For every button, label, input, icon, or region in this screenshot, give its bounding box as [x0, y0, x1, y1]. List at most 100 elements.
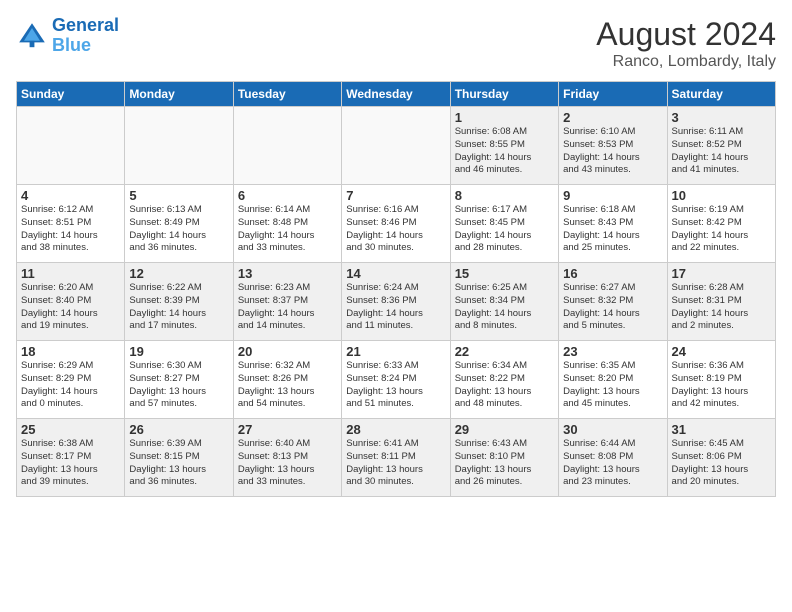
day-info: Sunrise: 6:22 AM Sunset: 8:39 PM Dayligh…: [129, 282, 228, 333]
day-number: 16: [563, 266, 662, 281]
weekday-header: Thursday: [450, 82, 558, 107]
day-info: Sunrise: 6:14 AM Sunset: 8:48 PM Dayligh…: [238, 204, 337, 255]
calendar-day-cell: 28Sunrise: 6:41 AM Sunset: 8:11 PM Dayli…: [342, 419, 450, 497]
day-info: Sunrise: 6:10 AM Sunset: 8:53 PM Dayligh…: [563, 126, 662, 177]
day-info: Sunrise: 6:36 AM Sunset: 8:19 PM Dayligh…: [672, 360, 771, 411]
location-title: Ranco, Lombardy, Italy: [596, 53, 776, 71]
day-number: 3: [672, 110, 771, 125]
day-info: Sunrise: 6:43 AM Sunset: 8:10 PM Dayligh…: [455, 438, 554, 489]
calendar-week-row: 18Sunrise: 6:29 AM Sunset: 8:29 PM Dayli…: [17, 341, 776, 419]
day-info: Sunrise: 6:40 AM Sunset: 8:13 PM Dayligh…: [238, 438, 337, 489]
day-info: Sunrise: 6:20 AM Sunset: 8:40 PM Dayligh…: [21, 282, 120, 333]
day-number: 28: [346, 422, 445, 437]
day-number: 31: [672, 422, 771, 437]
calendar-day-cell: [17, 107, 125, 185]
calendar-week-row: 11Sunrise: 6:20 AM Sunset: 8:40 PM Dayli…: [17, 263, 776, 341]
weekday-header-row: SundayMondayTuesdayWednesdayThursdayFrid…: [17, 82, 776, 107]
day-info: Sunrise: 6:38 AM Sunset: 8:17 PM Dayligh…: [21, 438, 120, 489]
day-number: 2: [563, 110, 662, 125]
logo: General Blue: [16, 16, 119, 56]
day-number: 11: [21, 266, 120, 281]
calendar-day-cell: 14Sunrise: 6:24 AM Sunset: 8:36 PM Dayli…: [342, 263, 450, 341]
title-block: August 2024 Ranco, Lombardy, Italy: [596, 16, 776, 71]
day-info: Sunrise: 6:18 AM Sunset: 8:43 PM Dayligh…: [563, 204, 662, 255]
weekday-header: Friday: [559, 82, 667, 107]
weekday-header: Tuesday: [233, 82, 341, 107]
day-number: 26: [129, 422, 228, 437]
day-number: 9: [563, 188, 662, 203]
day-number: 20: [238, 344, 337, 359]
calendar-day-cell: 25Sunrise: 6:38 AM Sunset: 8:17 PM Dayli…: [17, 419, 125, 497]
logo-icon: [16, 20, 48, 52]
page-container: General Blue August 2024 Ranco, Lombardy…: [0, 0, 792, 505]
calendar-day-cell: 31Sunrise: 6:45 AM Sunset: 8:06 PM Dayli…: [667, 419, 775, 497]
day-number: 6: [238, 188, 337, 203]
calendar-day-cell: 5Sunrise: 6:13 AM Sunset: 8:49 PM Daylig…: [125, 185, 233, 263]
calendar-day-cell: 4Sunrise: 6:12 AM Sunset: 8:51 PM Daylig…: [17, 185, 125, 263]
calendar-day-cell: 2Sunrise: 6:10 AM Sunset: 8:53 PM Daylig…: [559, 107, 667, 185]
calendar-week-row: 1Sunrise: 6:08 AM Sunset: 8:55 PM Daylig…: [17, 107, 776, 185]
day-info: Sunrise: 6:17 AM Sunset: 8:45 PM Dayligh…: [455, 204, 554, 255]
logo-general: General: [52, 15, 119, 35]
day-info: Sunrise: 6:23 AM Sunset: 8:37 PM Dayligh…: [238, 282, 337, 333]
day-number: 4: [21, 188, 120, 203]
calendar-day-cell: 27Sunrise: 6:40 AM Sunset: 8:13 PM Dayli…: [233, 419, 341, 497]
day-number: 27: [238, 422, 337, 437]
calendar-day-cell: 21Sunrise: 6:33 AM Sunset: 8:24 PM Dayli…: [342, 341, 450, 419]
day-number: 10: [672, 188, 771, 203]
calendar-day-cell: 1Sunrise: 6:08 AM Sunset: 8:55 PM Daylig…: [450, 107, 558, 185]
calendar-day-cell: 9Sunrise: 6:18 AM Sunset: 8:43 PM Daylig…: [559, 185, 667, 263]
day-number: 8: [455, 188, 554, 203]
day-info: Sunrise: 6:33 AM Sunset: 8:24 PM Dayligh…: [346, 360, 445, 411]
day-info: Sunrise: 6:41 AM Sunset: 8:11 PM Dayligh…: [346, 438, 445, 489]
calendar-week-row: 4Sunrise: 6:12 AM Sunset: 8:51 PM Daylig…: [17, 185, 776, 263]
day-info: Sunrise: 6:28 AM Sunset: 8:31 PM Dayligh…: [672, 282, 771, 333]
weekday-header: Saturday: [667, 82, 775, 107]
calendar-day-cell: 29Sunrise: 6:43 AM Sunset: 8:10 PM Dayli…: [450, 419, 558, 497]
day-info: Sunrise: 6:35 AM Sunset: 8:20 PM Dayligh…: [563, 360, 662, 411]
day-number: 1: [455, 110, 554, 125]
day-info: Sunrise: 6:44 AM Sunset: 8:08 PM Dayligh…: [563, 438, 662, 489]
calendar-day-cell: 8Sunrise: 6:17 AM Sunset: 8:45 PM Daylig…: [450, 185, 558, 263]
calendar-day-cell: 3Sunrise: 6:11 AM Sunset: 8:52 PM Daylig…: [667, 107, 775, 185]
page-header: General Blue August 2024 Ranco, Lombardy…: [16, 16, 776, 71]
calendar-day-cell: 24Sunrise: 6:36 AM Sunset: 8:19 PM Dayli…: [667, 341, 775, 419]
calendar-day-cell: 10Sunrise: 6:19 AM Sunset: 8:42 PM Dayli…: [667, 185, 775, 263]
day-info: Sunrise: 6:32 AM Sunset: 8:26 PM Dayligh…: [238, 360, 337, 411]
day-number: 21: [346, 344, 445, 359]
logo-text: General Blue: [52, 16, 119, 56]
weekday-header: Wednesday: [342, 82, 450, 107]
day-info: Sunrise: 6:11 AM Sunset: 8:52 PM Dayligh…: [672, 126, 771, 177]
day-info: Sunrise: 6:45 AM Sunset: 8:06 PM Dayligh…: [672, 438, 771, 489]
day-info: Sunrise: 6:29 AM Sunset: 8:29 PM Dayligh…: [21, 360, 120, 411]
day-info: Sunrise: 6:30 AM Sunset: 8:27 PM Dayligh…: [129, 360, 228, 411]
month-title: August 2024: [596, 16, 776, 53]
day-number: 29: [455, 422, 554, 437]
calendar-day-cell: 23Sunrise: 6:35 AM Sunset: 8:20 PM Dayli…: [559, 341, 667, 419]
day-number: 14: [346, 266, 445, 281]
day-number: 25: [21, 422, 120, 437]
day-info: Sunrise: 6:34 AM Sunset: 8:22 PM Dayligh…: [455, 360, 554, 411]
day-number: 24: [672, 344, 771, 359]
day-number: 7: [346, 188, 445, 203]
day-info: Sunrise: 6:08 AM Sunset: 8:55 PM Dayligh…: [455, 126, 554, 177]
weekday-header: Sunday: [17, 82, 125, 107]
day-info: Sunrise: 6:24 AM Sunset: 8:36 PM Dayligh…: [346, 282, 445, 333]
day-number: 13: [238, 266, 337, 281]
day-number: 5: [129, 188, 228, 203]
day-info: Sunrise: 6:13 AM Sunset: 8:49 PM Dayligh…: [129, 204, 228, 255]
calendar-day-cell: 11Sunrise: 6:20 AM Sunset: 8:40 PM Dayli…: [17, 263, 125, 341]
day-info: Sunrise: 6:39 AM Sunset: 8:15 PM Dayligh…: [129, 438, 228, 489]
calendar-day-cell: 16Sunrise: 6:27 AM Sunset: 8:32 PM Dayli…: [559, 263, 667, 341]
weekday-header: Monday: [125, 82, 233, 107]
calendar-day-cell: 13Sunrise: 6:23 AM Sunset: 8:37 PM Dayli…: [233, 263, 341, 341]
day-number: 15: [455, 266, 554, 281]
day-info: Sunrise: 6:16 AM Sunset: 8:46 PM Dayligh…: [346, 204, 445, 255]
day-info: Sunrise: 6:12 AM Sunset: 8:51 PM Dayligh…: [21, 204, 120, 255]
calendar-week-row: 25Sunrise: 6:38 AM Sunset: 8:17 PM Dayli…: [17, 419, 776, 497]
calendar-day-cell: 17Sunrise: 6:28 AM Sunset: 8:31 PM Dayli…: [667, 263, 775, 341]
calendar-day-cell: 19Sunrise: 6:30 AM Sunset: 8:27 PM Dayli…: [125, 341, 233, 419]
calendar-day-cell: [233, 107, 341, 185]
calendar-day-cell: [342, 107, 450, 185]
calendar-day-cell: 30Sunrise: 6:44 AM Sunset: 8:08 PM Dayli…: [559, 419, 667, 497]
